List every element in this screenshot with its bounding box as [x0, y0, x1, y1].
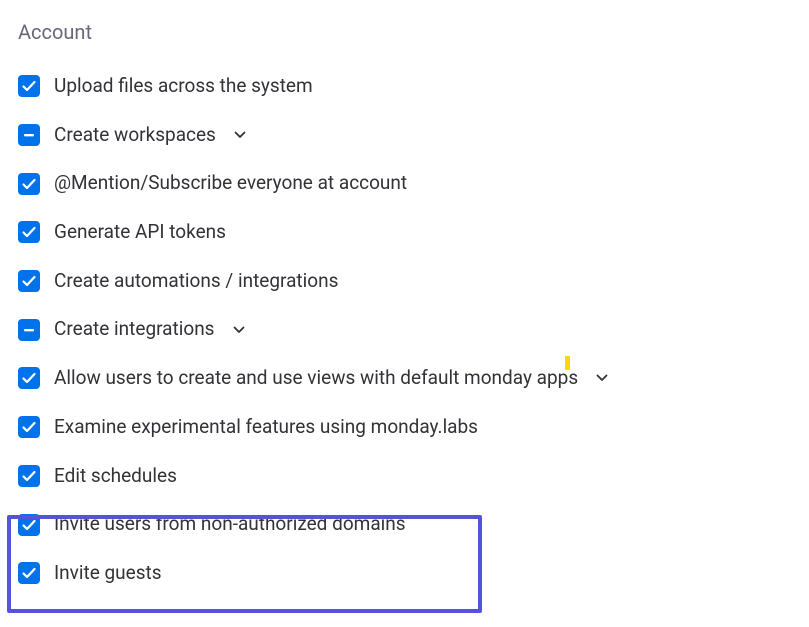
- option-label: @Mention/Subscribe everyone at account: [54, 171, 407, 196]
- option-row: Examine experimental features using mond…: [18, 403, 791, 452]
- option-row: Allow users to create and use views with…: [18, 354, 791, 403]
- checkbox-checked[interactable]: [18, 416, 40, 438]
- option-row: Generate API tokens: [18, 208, 791, 257]
- option-row: @Mention/Subscribe everyone at account: [18, 159, 791, 208]
- option-label: Create integrations: [54, 317, 215, 342]
- option-row: Create integrations: [18, 305, 791, 354]
- chevron-down-icon[interactable]: [231, 322, 247, 338]
- checkbox-checked[interactable]: [18, 75, 40, 97]
- option-row: Create automations / integrations: [18, 257, 791, 306]
- checkbox-checked[interactable]: [18, 465, 40, 487]
- option-label: Invite users from non-authorized domains: [54, 512, 406, 537]
- option-row: Invite users from non-authorized domains: [18, 500, 791, 549]
- checkbox-indeterminate[interactable]: [18, 319, 40, 341]
- checkbox-indeterminate[interactable]: [18, 124, 40, 146]
- yellow-cursor-mark: [565, 356, 570, 370]
- checkbox-checked[interactable]: [18, 514, 40, 536]
- section-title: Account: [18, 20, 791, 44]
- option-label: Allow users to create and use views with…: [54, 366, 578, 391]
- option-label: Invite guests: [54, 561, 162, 586]
- option-row: Create workspaces: [18, 111, 791, 160]
- checkbox-checked[interactable]: [18, 367, 40, 389]
- checkbox-checked[interactable]: [18, 562, 40, 584]
- option-label: Edit schedules: [54, 464, 177, 489]
- checkbox-checked[interactable]: [18, 270, 40, 292]
- option-label: Upload files across the system: [54, 74, 313, 99]
- checkbox-checked[interactable]: [18, 221, 40, 243]
- option-row: Invite guests: [18, 549, 791, 598]
- option-label: Examine experimental features using mond…: [54, 415, 478, 440]
- option-row: Edit schedules: [18, 452, 791, 501]
- option-label: Generate API tokens: [54, 220, 226, 245]
- option-label: Create workspaces: [54, 123, 216, 148]
- chevron-down-icon[interactable]: [232, 127, 248, 143]
- option-row: Upload files across the system: [18, 62, 791, 111]
- checkbox-checked[interactable]: [18, 173, 40, 195]
- chevron-down-icon[interactable]: [594, 370, 610, 386]
- option-label: Create automations / integrations: [54, 269, 338, 294]
- options-list: Upload files across the system Create wor…: [18, 62, 791, 598]
